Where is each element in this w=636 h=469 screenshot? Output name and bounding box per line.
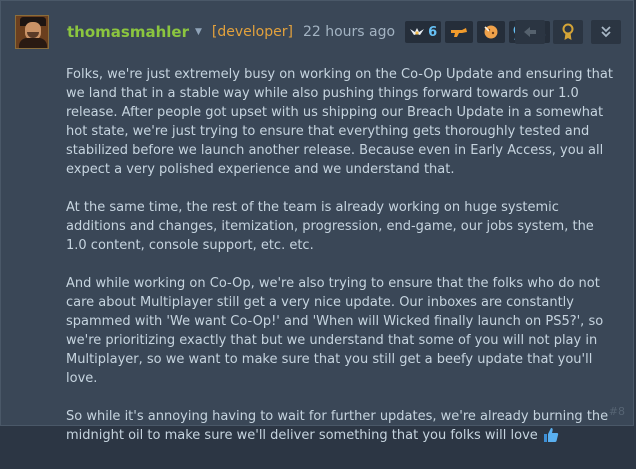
post-number[interactable]: #8 [609,405,625,418]
post-paragraph-last: So while it's annoying having to wait fo… [66,407,618,450]
post-body: Folks, we're just extremely busy on work… [66,65,618,469]
award-button[interactable] [553,20,583,44]
thumbs-up-emoji-icon [542,426,560,450]
post-paragraph-text: So while it's annoying having to wait fo… [66,409,609,443]
reply-quote-icon [524,27,536,37]
more-options-icon [601,26,611,38]
post-paragraph: At the same time, the rest of the team i… [66,200,594,253]
developer-tag: [developer] [211,24,293,40]
post-header: thomasmahler ▼ [developer] 22 hours ago … [67,20,554,44]
award-icon [562,23,574,40]
post-timestamp: 22 hours ago [302,24,396,40]
post-paragraph: And while working on Co-Op, we're also t… [66,276,604,386]
post-paragraph: Folks, we're just extremely busy on work… [66,67,613,177]
award-count: 6 [428,24,438,40]
award-bird[interactable]: 6 [405,21,442,43]
award-cookie[interactable] [477,21,506,43]
post-actions [507,20,621,44]
bird-award-icon [410,28,425,35]
award-gun[interactable] [445,21,474,43]
forum-post: thomasmahler ▼ [developer] 22 hours ago … [0,0,634,443]
quote-button[interactable] [515,20,545,44]
avatar[interactable] [15,15,49,49]
gun-award-icon [451,28,468,37]
more-options-button[interactable] [591,20,621,44]
username-link[interactable]: thomasmahler [67,23,189,41]
chevron-down-icon[interactable]: ▼ [195,27,202,37]
cookie-award-icon [484,25,498,39]
